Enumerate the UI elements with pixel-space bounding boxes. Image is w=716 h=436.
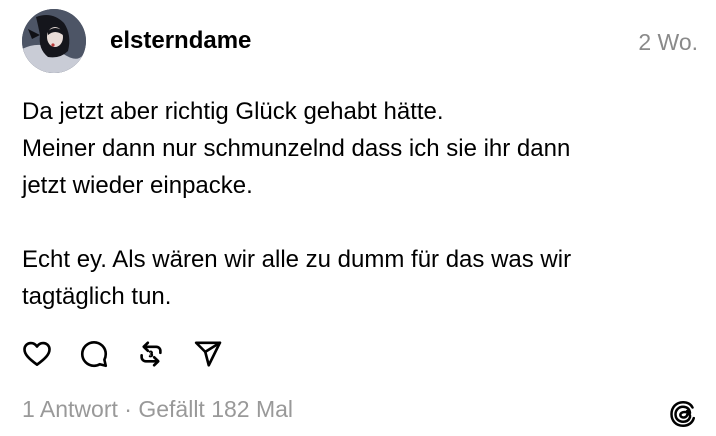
avatar[interactable]	[22, 9, 86, 73]
heart-icon	[23, 341, 51, 366]
timestamp[interactable]: 2 Wo.	[638, 27, 698, 57]
reply-count[interactable]: 1 Antwort	[22, 396, 118, 422]
threads-post: elsterndame 2 Wo. Da jetzt aber richtig …	[0, 0, 716, 436]
threads-logo-icon[interactable]	[668, 399, 698, 429]
comment-icon	[80, 340, 108, 368]
like-button[interactable]	[22, 339, 52, 369]
username[interactable]: elsterndame	[110, 26, 251, 56]
share-button[interactable]	[193, 339, 223, 369]
post-paragraph: Echt ey. Als wären wir alle zu dumm für …	[22, 246, 572, 310]
post-stats: 1 Antwort · Gefällt 182 Mal	[22, 394, 293, 424]
stats-separator: ·	[117, 396, 139, 422]
avatar-image	[22, 9, 86, 73]
repost-button[interactable]	[136, 339, 166, 369]
reply-button[interactable]	[79, 339, 109, 369]
post-paragraph: Da jetzt aber richtig Glück gehabt hätte…	[22, 98, 571, 199]
send-icon	[194, 341, 222, 367]
post-body: Da jetzt aber richtig Glück gehabt hätte…	[22, 93, 702, 315]
like-count[interactable]: Gefällt 182 Mal	[138, 396, 293, 422]
repost-icon	[140, 341, 162, 367]
action-bar	[22, 339, 250, 369]
